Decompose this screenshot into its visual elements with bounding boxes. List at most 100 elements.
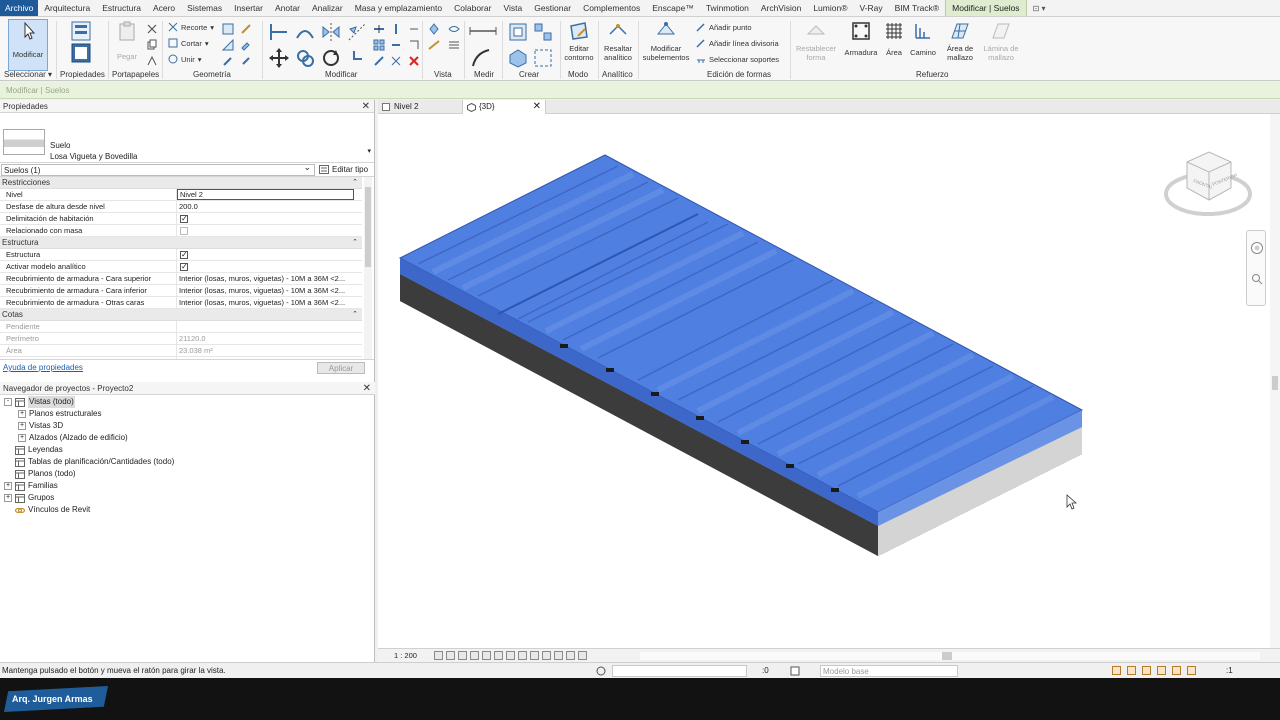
- pin-icon[interactable]: [390, 23, 402, 35]
- view-scale[interactable]: 1 : 200: [394, 651, 417, 660]
- property-value[interactable]: Nivel 2: [177, 189, 354, 200]
- area-reinforcement-button[interactable]: Área: [882, 20, 906, 57]
- create-parts-icon[interactable]: [532, 21, 554, 43]
- expand-icon[interactable]: +: [4, 482, 12, 490]
- analytical-model-icon[interactable]: [554, 651, 563, 660]
- tab-arquitectura[interactable]: Arquitectura: [38, 0, 96, 16]
- paint-icon[interactable]: [240, 39, 252, 51]
- create-similar-icon[interactable]: [532, 47, 554, 69]
- array-icon[interactable]: [373, 39, 385, 51]
- cut-geometry-button[interactable]: Cortar ▾: [168, 38, 209, 48]
- filter-count[interactable]: :1: [1226, 666, 1233, 675]
- unjoin-icon[interactable]: [408, 23, 420, 35]
- close-icon[interactable]: ✕: [362, 100, 370, 113]
- align-icon[interactable]: [268, 21, 290, 43]
- expand-icon[interactable]: +: [4, 494, 12, 502]
- edit-type-button[interactable]: Editar tipo: [319, 165, 368, 174]
- shadows-icon[interactable]: [470, 651, 479, 660]
- collapse-icon[interactable]: ⌃: [352, 177, 358, 189]
- override-graphics-icon[interactable]: [428, 23, 440, 35]
- steering-wheel-icon[interactable]: [1250, 241, 1264, 255]
- tab-archvision[interactable]: ArchVision: [755, 0, 807, 16]
- worksets-icon[interactable]: [596, 666, 606, 676]
- offset-icon[interactable]: [294, 21, 316, 43]
- select-underlay-icon[interactable]: [1127, 666, 1136, 675]
- viewcube[interactable]: FRONTAL POSTERIOR: [1163, 148, 1253, 220]
- measure-icon[interactable]: [468, 23, 498, 39]
- expand-icon[interactable]: +: [18, 434, 26, 442]
- mirror-draw-icon[interactable]: [346, 21, 368, 43]
- tab-estructura[interactable]: Estructura: [96, 0, 147, 16]
- reset-shape-button[interactable]: Restablecer forma: [794, 20, 838, 62]
- brush-icon[interactable]: [240, 55, 252, 67]
- select-panel-label[interactable]: Seleccionar ▾: [4, 70, 52, 79]
- render-icon[interactable]: [482, 651, 491, 660]
- checkbox[interactable]: [180, 261, 188, 272]
- paste-button[interactable]: Pegar: [114, 20, 140, 61]
- cut-icon[interactable]: [146, 23, 158, 35]
- drag-elements-icon[interactable]: [1172, 666, 1181, 675]
- collapse-icon[interactable]: ⌃: [352, 309, 358, 321]
- tab-gestionar[interactable]: Gestionar: [528, 0, 577, 16]
- expand-icon[interactable]: +: [18, 410, 26, 418]
- viewport-vertical-scrollbar[interactable]: [1270, 114, 1280, 648]
- close-icon[interactable]: ✕: [363, 382, 371, 395]
- fabric-area-button[interactable]: Área de mallazo: [940, 20, 980, 62]
- background-processes-icon[interactable]: [1187, 666, 1196, 675]
- expand-icon[interactable]: +: [18, 422, 26, 430]
- tab-view-nivel-2[interactable]: Nivel 2: [378, 100, 458, 114]
- pick-supports-button[interactable]: Seleccionar soportes: [696, 54, 779, 64]
- add-point-button[interactable]: Añadir punto: [696, 22, 752, 32]
- delete-icon[interactable]: [408, 55, 420, 67]
- tab-twinmotion[interactable]: Twinmotion: [700, 0, 755, 16]
- pencil-icon[interactable]: [222, 55, 234, 67]
- hide-icon[interactable]: [448, 23, 460, 35]
- visual-style-icon[interactable]: [446, 651, 455, 660]
- tab-v-ray[interactable]: V-Ray: [853, 0, 888, 16]
- tree-node[interactable]: + Vistas 3D: [0, 420, 375, 432]
- tab-file[interactable]: Archivo: [0, 0, 39, 16]
- tree-node[interactable]: - Vistas (todo): [0, 396, 375, 408]
- fabric-sheet-button[interactable]: Lámina de mallazo: [980, 20, 1022, 62]
- unpin-icon[interactable]: [390, 39, 402, 51]
- tab-enscape[interactable]: Enscape™: [646, 0, 700, 16]
- demolish-icon[interactable]: [240, 23, 252, 35]
- scale-icon[interactable]: [373, 55, 385, 67]
- reveal-constraints-icon[interactable]: [578, 651, 587, 660]
- modify-subelements-button[interactable]: Modificar subelementos: [642, 20, 690, 62]
- tab-masa-y-emplazamiento[interactable]: Masa y emplazamiento: [349, 0, 448, 16]
- extend-icon[interactable]: [408, 39, 420, 51]
- trim-extend-icon[interactable]: [390, 55, 402, 67]
- copy-icon[interactable]: [146, 39, 158, 51]
- editable-only-icon[interactable]: [790, 666, 800, 676]
- sun-path-icon[interactable]: [458, 651, 467, 660]
- select-pinned-icon[interactable]: [1142, 666, 1151, 675]
- linework-icon[interactable]: [428, 39, 440, 51]
- cut-top-button[interactable]: Recorte ▾: [168, 22, 214, 32]
- tree-node[interactable]: Planos (todo): [0, 468, 375, 480]
- add-split-line-button[interactable]: Añadir línea divisoria: [696, 38, 779, 48]
- tab-lumion[interactable]: Lumion®: [807, 0, 853, 16]
- tab-sistemas[interactable]: Sistemas: [181, 0, 228, 16]
- move-icon[interactable]: [268, 47, 290, 69]
- tab-anotar[interactable]: Anotar: [269, 0, 306, 16]
- properties-help-link[interactable]: Ayuda de propiedades: [3, 363, 83, 372]
- split-icon[interactable]: [373, 23, 385, 35]
- select-links-icon[interactable]: [1112, 666, 1121, 675]
- rebar-button[interactable]: Armadura: [842, 20, 880, 57]
- 3d-viewport[interactable]: [378, 114, 1270, 648]
- tab-complementos[interactable]: Complementos: [577, 0, 646, 16]
- lineweight-icon[interactable]: [448, 39, 460, 51]
- select-by-face-icon[interactable]: [1157, 666, 1166, 675]
- join-button[interactable]: Unir ▾: [168, 54, 202, 64]
- highlight-displacement-icon[interactable]: [566, 651, 575, 660]
- show-crop-icon[interactable]: [506, 651, 515, 660]
- slab-3d-model[interactable]: [378, 114, 1270, 648]
- mirror-axis-icon[interactable]: [320, 21, 342, 43]
- tree-node[interactable]: + Grupos: [0, 492, 375, 504]
- property-group[interactable]: Cotas ⌃: [0, 309, 362, 321]
- tree-node[interactable]: + Familias: [0, 480, 375, 492]
- tab-modify-floors[interactable]: Modificar | Suelos: [945, 0, 1027, 16]
- property-value[interactable]: Interior (losas, muros, viguetas) - 10M …: [177, 273, 362, 284]
- chevron-down-icon[interactable]: ▾: [367, 147, 371, 155]
